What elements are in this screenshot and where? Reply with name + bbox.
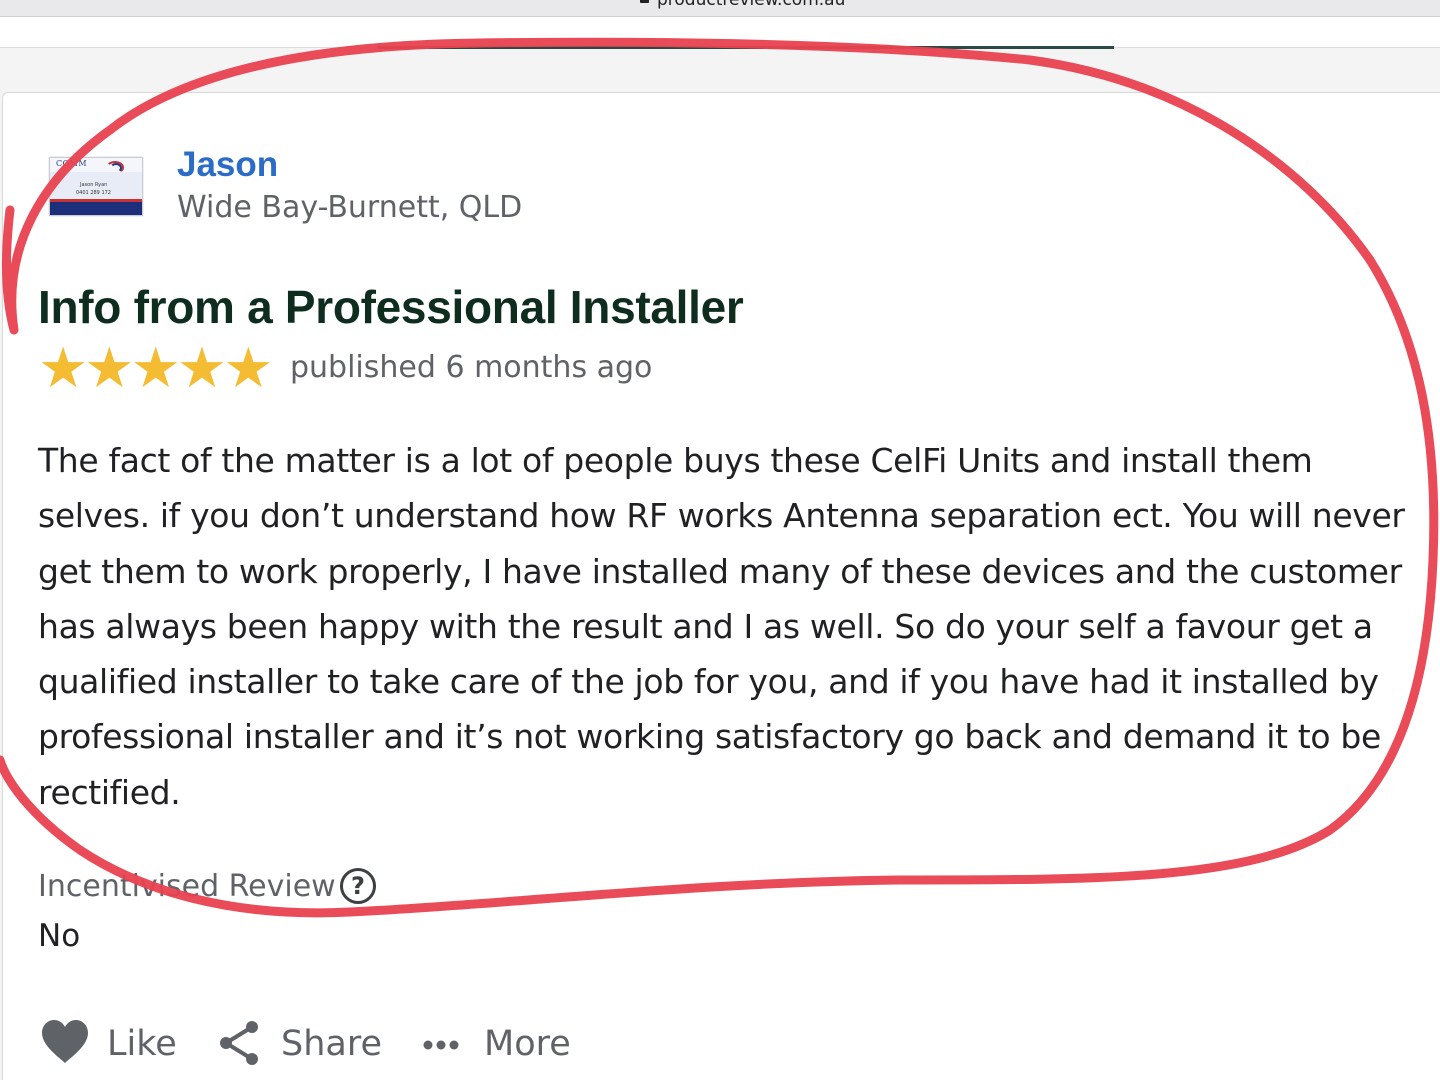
- review-body: The fact of the matter is a lot of peopl…: [38, 433, 1440, 820]
- published-date: published 6 months ago: [290, 350, 653, 385]
- reviewer-location: Wide Bay-Burnett, QLD: [177, 190, 523, 225]
- review-body-line: The fact of the matter is a lot of peopl…: [38, 441, 1313, 480]
- like-label: Like: [107, 1024, 177, 1064]
- ellipsis-icon: [423, 1040, 459, 1050]
- star-icon: ★: [84, 336, 135, 401]
- share-button[interactable]: Share: [214, 1016, 389, 1072]
- star-icon: ★: [38, 336, 89, 401]
- avatar-logo-text: COMM: [56, 159, 88, 168]
- page: productreview.com.au COMM Jason Ryan 040…: [0, 0, 1440, 1080]
- url-text: productreview.com.au: [640, 0, 845, 10]
- incentivised-review-value: No: [38, 918, 81, 954]
- star-rating: ★ ★ ★ ★ ★: [38, 336, 273, 401]
- star-icon: ★: [130, 336, 181, 401]
- review-body-line: rectified.: [38, 772, 181, 812]
- review-body-line: selves. if you don’t understand how RF w…: [38, 496, 1405, 536]
- review-body-line: get them to work properly, I have instal…: [38, 551, 1402, 591]
- review-body-line: qualified installer to take care of the …: [38, 662, 1379, 702]
- share-icon: [220, 1021, 258, 1065]
- more-label: More: [484, 1024, 571, 1064]
- review-body-line: professional installer and it’s not work…: [38, 717, 1381, 757]
- question-circle-icon[interactable]: ?: [340, 868, 376, 904]
- avatar-line-2: 0401 289 172: [76, 190, 111, 196]
- browser-url-bar[interactable]: productreview.com.au: [0, 0, 1440, 17]
- avatar-line-1: Jason Ryan: [80, 182, 108, 188]
- avatar[interactable]: COMM Jason Ryan 0401 289 172: [49, 157, 143, 216]
- incentivised-review-label: Incentivised Review: [38, 869, 336, 904]
- review-title: Info from a Professional Installer: [38, 281, 744, 333]
- more-button[interactable]: More: [420, 1016, 580, 1072]
- url-label: productreview.com.au: [657, 0, 846, 10]
- like-button[interactable]: Like: [40, 1016, 190, 1072]
- reviewer-name[interactable]: Jason: [177, 145, 278, 185]
- star-icon: ★: [176, 336, 228, 401]
- active-tab-indicator: [378, 46, 1114, 49]
- heart-icon: [42, 1020, 88, 1063]
- lock-icon: [640, 0, 649, 3]
- page-header: [0, 17, 1440, 48]
- review-body-line: has always been happy with the result an…: [38, 606, 1373, 646]
- share-label: Share: [281, 1024, 383, 1064]
- star-icon: ★: [223, 336, 274, 401]
